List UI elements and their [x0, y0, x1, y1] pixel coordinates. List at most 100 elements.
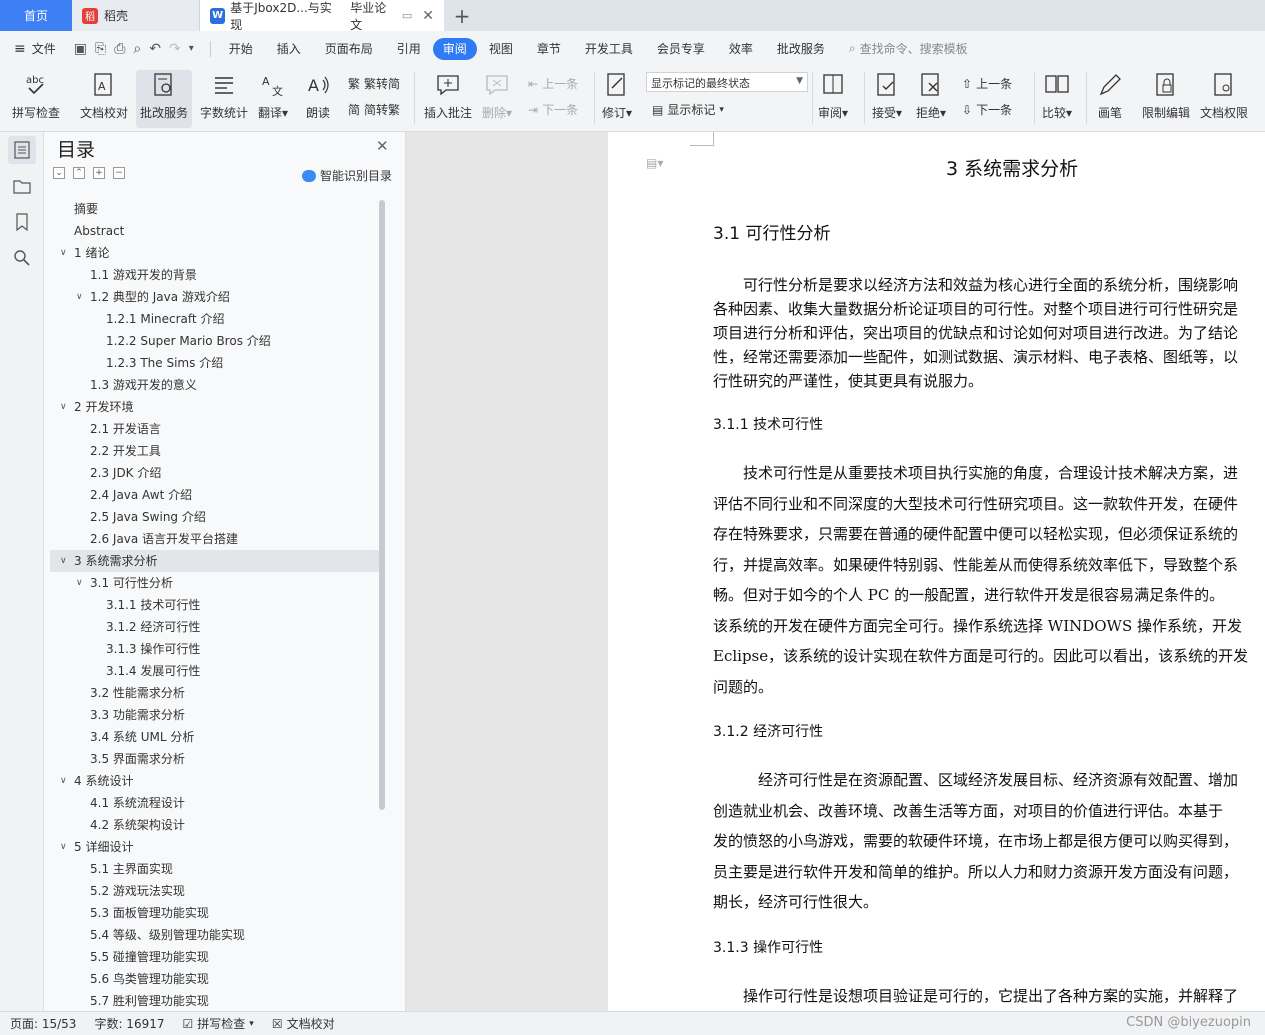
- menu-item-4[interactable]: 审阅: [432, 37, 477, 60]
- toc-item[interactable]: ∨ 3 系统需求分析: [50, 550, 380, 572]
- file-menu[interactable]: ≡ 文件: [14, 38, 68, 60]
- toc-item[interactable]: ∨ 1.2 典型的 Java 游戏介绍: [50, 286, 380, 308]
- export-icon[interactable]: ⎘: [95, 41, 106, 57]
- review-service-button[interactable]: 批改服务: [136, 70, 193, 128]
- pen-button[interactable]: 画笔: [1096, 70, 1124, 121]
- collapse-icon[interactable]: ⌄: [53, 167, 65, 179]
- add-heading-icon[interactable]: +: [93, 167, 105, 179]
- word-count-button[interactable]: 字数统计: [200, 70, 248, 121]
- remove-heading-icon[interactable]: −: [113, 167, 125, 179]
- page-indicator[interactable]: 页面: 15/53: [10, 1015, 76, 1032]
- toc-item[interactable]: 4.2 系统架构设计: [50, 814, 380, 836]
- toc-item[interactable]: Abstract: [50, 220, 380, 242]
- tab-home[interactable]: 首页: [0, 0, 72, 31]
- close-tab-icon[interactable]: ✕: [422, 8, 434, 24]
- bookmark-icon[interactable]: [8, 208, 36, 236]
- toc-item[interactable]: ∨ 5 详细设计: [50, 836, 380, 858]
- customize-icon[interactable]: ▾: [189, 43, 194, 54]
- toc-item[interactable]: 2.4 Java Awt 介绍: [50, 484, 380, 506]
- menu-item-7[interactable]: 开发工具: [573, 38, 645, 60]
- toc-item[interactable]: 3.4 系统 UML 分析: [50, 726, 380, 748]
- word-count-indicator[interactable]: 字数: 16917: [94, 1015, 164, 1032]
- status-spell-check[interactable]: ☑ 拼写检查 ▾: [183, 1015, 254, 1032]
- chevron-down-icon[interactable]: ∨: [60, 770, 67, 792]
- toc-item[interactable]: 3.1.3 操作可行性: [50, 638, 380, 660]
- restrict-editing-button[interactable]: 限制编辑: [1142, 70, 1190, 121]
- toc-item[interactable]: 2.2 开发工具: [50, 440, 380, 462]
- preview-icon[interactable]: ⌕: [133, 41, 141, 57]
- menu-item-1[interactable]: 插入: [265, 38, 313, 60]
- toc-item[interactable]: 5.3 面板管理功能实现: [50, 902, 380, 924]
- next-comment-button[interactable]: ⇥ 下一条: [528, 101, 578, 118]
- toc-item[interactable]: 3.1.2 经济可行性: [50, 616, 380, 638]
- toc-item[interactable]: 3.1.4 发展可行性: [50, 660, 380, 682]
- monitor-icon[interactable]: ▭: [402, 9, 412, 22]
- tab-daoke[interactable]: 稻 稻壳: [72, 0, 200, 31]
- chevron-down-icon[interactable]: ∨: [60, 396, 67, 418]
- doc-check-button[interactable]: A 文档校对: [80, 70, 128, 121]
- toc-pane-icon[interactable]: [8, 136, 36, 164]
- close-icon[interactable]: ✕: [376, 137, 389, 155]
- chevron-down-icon[interactable]: ∨: [76, 286, 83, 308]
- chevron-down-icon[interactable]: ∨: [60, 550, 67, 572]
- redo-icon[interactable]: ↷: [169, 41, 181, 57]
- search-icon[interactable]: [8, 244, 36, 272]
- status-doc-check[interactable]: ☒ 文档校对: [272, 1015, 335, 1032]
- toc-item[interactable]: 5.1 主界面实现: [50, 858, 380, 880]
- toc-item[interactable]: 摘要: [50, 198, 380, 220]
- chevron-down-icon[interactable]: ∨: [60, 242, 67, 264]
- markup-mode-select[interactable]: 显示标记的最终状态 ▼: [646, 72, 808, 92]
- toc-item[interactable]: ∨ 3.1 可行性分析: [50, 572, 380, 594]
- delete-comment-button[interactable]: 删除▾: [482, 70, 512, 121]
- toc-item[interactable]: 1.2.1 Minecraft 介绍: [50, 308, 380, 330]
- insert-comment-button[interactable]: 插入批注: [424, 70, 472, 121]
- compare-button[interactable]: 比较▾: [1042, 70, 1072, 121]
- menu-item-10[interactable]: 批改服务: [765, 38, 837, 60]
- track-changes-button[interactable]: 修订▾: [602, 70, 632, 121]
- print-icon[interactable]: ⎙: [114, 41, 125, 57]
- menu-item-9[interactable]: 效率: [717, 38, 765, 60]
- toc-item[interactable]: ∨ 1 绪论: [50, 242, 380, 264]
- toc-item[interactable]: 5.2 游戏玩法实现: [50, 880, 380, 902]
- toc-item[interactable]: 5.6 鸟类管理功能实现: [50, 968, 380, 990]
- to-traditional-button[interactable]: 繁 繁转简: [348, 75, 400, 92]
- command-search[interactable]: ⌕ 查找命令、搜索模板: [849, 40, 968, 57]
- menu-item-6[interactable]: 章节: [525, 38, 573, 60]
- menu-item-3[interactable]: 引用: [385, 38, 433, 60]
- translate-button[interactable]: A文 翻译▾: [258, 70, 288, 121]
- spell-check-button[interactable]: abc 拼写检查: [12, 70, 60, 121]
- toc-item[interactable]: 3.5 界面需求分析: [50, 748, 380, 770]
- menu-item-2[interactable]: 页面布局: [313, 38, 385, 60]
- toc-item[interactable]: 2.6 Java 语言开发平台搭建: [50, 528, 380, 550]
- toc-item[interactable]: 1.2.2 Super Mario Bros 介绍: [50, 330, 380, 352]
- toc-item[interactable]: 1.3 游戏开发的意义: [50, 374, 380, 396]
- next-change-button[interactable]: ⇩ 下一条: [962, 101, 1012, 118]
- page-options-icon[interactable]: ▤▾: [646, 156, 663, 170]
- read-aloud-button[interactable]: A 朗读: [304, 70, 332, 121]
- toc-item[interactable]: 5.5 碰撞管理功能实现: [50, 946, 380, 968]
- toc-item[interactable]: 3.1.1 技术可行性: [50, 594, 380, 616]
- toc-item[interactable]: 3.2 性能需求分析: [50, 682, 380, 704]
- menu-item-8[interactable]: 会员专享: [645, 38, 717, 60]
- toc-item[interactable]: 5.7 胜利管理功能实现: [50, 990, 380, 1012]
- toc-item[interactable]: 4.1 系统流程设计: [50, 792, 380, 814]
- toc-item[interactable]: 2.5 Java Swing 介绍: [50, 506, 380, 528]
- toc-item[interactable]: 5.4 等级、级别管理功能实现: [50, 924, 380, 946]
- toc-item[interactable]: 1.1 游戏开发的背景: [50, 264, 380, 286]
- review-pane-button[interactable]: 审阅▾: [818, 70, 848, 121]
- save-icon[interactable]: ▣: [74, 41, 87, 57]
- toc-item[interactable]: 3.3 功能需求分析: [50, 704, 380, 726]
- show-markup-button[interactable]: ▤ 显示标记 ▾: [652, 101, 724, 118]
- doc-permission-button[interactable]: 文档权限: [1200, 70, 1248, 121]
- prev-change-button[interactable]: ⇧ 上一条: [962, 75, 1012, 92]
- toc-scrollbar[interactable]: [379, 200, 385, 810]
- reject-button[interactable]: 拒绝▾: [916, 70, 946, 121]
- menu-item-5[interactable]: 视图: [477, 38, 525, 60]
- expand-icon[interactable]: ⌃: [73, 167, 85, 179]
- toc-item[interactable]: 2.1 开发语言: [50, 418, 380, 440]
- document-page[interactable]: ▤▾ 3 系统需求分析 3.1 可行性分析 可行性分析是要求以经济方法和效益为核…: [608, 132, 1265, 1011]
- prev-comment-button[interactable]: ⇤ 上一条: [528, 75, 578, 92]
- chapter-nav-icon[interactable]: [8, 172, 36, 200]
- toc-item[interactable]: ∨ 2 开发环境: [50, 396, 380, 418]
- chevron-down-icon[interactable]: ∨: [76, 572, 83, 594]
